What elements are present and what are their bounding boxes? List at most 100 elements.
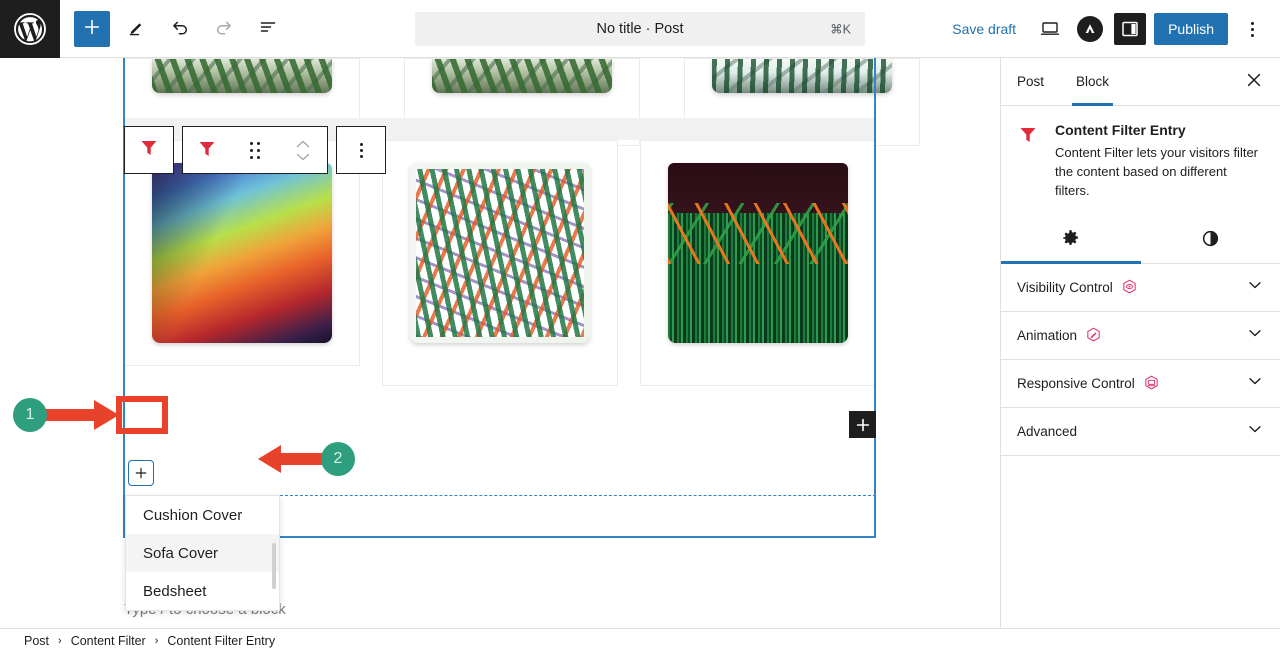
product-card[interactable] bbox=[640, 140, 876, 386]
redo-button[interactable] bbox=[206, 11, 242, 47]
block-info-card: Content Filter Entry Content Filter lets… bbox=[1001, 106, 1280, 217]
dropdown-item-sofa-cover[interactable]: Sofa Cover bbox=[126, 534, 279, 572]
block-options-button[interactable] bbox=[336, 126, 386, 174]
chevron-down-icon bbox=[1246, 324, 1264, 347]
plus-icon bbox=[83, 18, 101, 39]
block-insertion-line bbox=[280, 495, 876, 496]
breadcrumb-item-content-filter-entry[interactable]: Content Filter Entry bbox=[167, 634, 275, 648]
panel-visibility-control[interactable]: Visibility Control bbox=[1001, 264, 1280, 312]
close-sidebar-button[interactable] bbox=[1238, 66, 1270, 98]
undo-icon bbox=[170, 17, 190, 40]
redo-icon bbox=[214, 17, 234, 40]
chevron-down-icon bbox=[1246, 420, 1264, 443]
block-title: Content Filter Entry bbox=[1055, 122, 1186, 138]
account-avatar-button[interactable] bbox=[1072, 11, 1108, 47]
editor-top-bar: No title · Post ⌘K Save draft Publish bbox=[0, 0, 1280, 58]
annotation-number-2: 2 bbox=[321, 442, 355, 476]
kebab-menu-icon bbox=[359, 142, 363, 158]
sidebar-panel-icon bbox=[1114, 13, 1147, 45]
annotation-arrow-2 bbox=[258, 443, 330, 480]
breadcrumb: Post › Content Filter › Content Filter E… bbox=[0, 628, 1280, 653]
panel-responsive-control[interactable]: Responsive Control bbox=[1001, 360, 1280, 408]
top-bar-actions: Save draft Publish bbox=[940, 0, 1270, 58]
preview-button[interactable] bbox=[1032, 11, 1068, 47]
block-description: Content Filter lets your visitors filter… bbox=[1055, 145, 1259, 198]
settings-tab[interactable] bbox=[1001, 217, 1141, 264]
move-up-down-icon bbox=[296, 140, 310, 161]
post-title-text: No title · Post bbox=[596, 21, 684, 37]
top-bar-tools bbox=[60, 10, 286, 47]
dropdown-item-bedsheet[interactable]: Bedsheet bbox=[126, 572, 279, 610]
breadcrumb-separator: › bbox=[58, 635, 62, 647]
pro-eye-badge-icon bbox=[1121, 279, 1138, 296]
content-filter-funnel-icon bbox=[196, 138, 218, 163]
sidebar-mode-tabs bbox=[1001, 217, 1280, 264]
tab-post[interactable]: Post bbox=[1001, 58, 1060, 106]
annotation-highlight-box-1 bbox=[116, 396, 168, 434]
undo-button[interactable] bbox=[162, 11, 198, 47]
panel-title: Visibility Control bbox=[1017, 279, 1113, 295]
editor-root: No title · Post ⌘K Save draft Publish Cu… bbox=[0, 0, 1280, 653]
chevron-down-icon bbox=[1246, 372, 1264, 395]
product-card[interactable] bbox=[382, 140, 618, 386]
colorful-tropical-leaf-pillow-image bbox=[152, 163, 332, 343]
pencil-icon bbox=[127, 18, 146, 40]
sidebar-tabs: Post Block bbox=[1001, 58, 1280, 106]
dropdown-item-cushion-cover[interactable]: Cushion Cover bbox=[126, 496, 279, 534]
edit-tool-button[interactable] bbox=[118, 11, 154, 47]
jungle-pillow-b-image bbox=[712, 59, 892, 93]
panel-title: Responsive Control bbox=[1017, 375, 1135, 391]
chevron-down-icon bbox=[1246, 276, 1264, 299]
gear-icon bbox=[1061, 229, 1080, 251]
product-row-main bbox=[124, 140, 876, 386]
content-filter-funnel-icon bbox=[138, 137, 160, 164]
breadcrumb-separator: › bbox=[154, 635, 159, 647]
editor-canvas: Cushion Cover Sofa Cover Bedsheet Type /… bbox=[0, 58, 1000, 628]
block-selection-right-border bbox=[874, 58, 876, 538]
more-options-button[interactable] bbox=[1234, 11, 1270, 47]
block-info-text: Content Filter Entry Content Filter lets… bbox=[1055, 122, 1264, 201]
close-icon bbox=[1246, 72, 1262, 91]
publish-button[interactable]: Publish bbox=[1154, 13, 1228, 45]
panel-advanced[interactable]: Advanced bbox=[1001, 408, 1280, 456]
drag-block-handle[interactable] bbox=[231, 127, 279, 173]
move-block-buttons[interactable] bbox=[279, 127, 327, 173]
jungle-pillow-a2-image bbox=[432, 59, 612, 93]
select-parent-block-button[interactable] bbox=[124, 126, 174, 174]
block-type-button[interactable] bbox=[183, 127, 231, 173]
breadcrumb-item-content-filter[interactable]: Content Filter bbox=[71, 634, 146, 648]
panel-title: Animation bbox=[1017, 327, 1078, 343]
inner-block-appender-button[interactable] bbox=[849, 411, 876, 438]
block-settings-sidebar: Post Block Content Filter Entry Content … bbox=[1000, 58, 1280, 628]
dark-heliconia-pillow-image bbox=[668, 163, 848, 343]
styles-tab[interactable] bbox=[1141, 217, 1280, 263]
list-view-button[interactable] bbox=[250, 11, 286, 47]
post-title-field[interactable]: No title · Post ⌘K bbox=[415, 12, 865, 46]
jungle-pillow-a-image bbox=[152, 59, 332, 93]
bird-of-paradise-pillow-image bbox=[410, 163, 590, 343]
save-draft-button[interactable]: Save draft bbox=[940, 13, 1028, 45]
annotation-arrow-1 bbox=[42, 398, 120, 437]
kebab-menu-icon bbox=[1250, 21, 1254, 37]
pro-animation-badge-icon bbox=[1085, 327, 1102, 344]
annotation-number-1: 1 bbox=[13, 398, 47, 432]
breadcrumb-item-post[interactable]: Post bbox=[24, 634, 49, 648]
content-filter-funnel-icon bbox=[1017, 122, 1041, 201]
block-toolbar bbox=[124, 126, 386, 174]
desktop-preview-icon bbox=[1039, 17, 1061, 42]
drag-handle-icon bbox=[250, 141, 260, 159]
panel-animation[interactable]: Animation bbox=[1001, 312, 1280, 360]
canvas-content: Cushion Cover Sofa Cover Bedsheet Type /… bbox=[0, 58, 1000, 628]
panel-title: Advanced bbox=[1017, 423, 1078, 439]
add-block-button[interactable] bbox=[74, 10, 110, 47]
list-view-icon bbox=[258, 17, 278, 40]
pro-responsive-badge-icon bbox=[1143, 375, 1160, 392]
settings-sidebar-toggle[interactable] bbox=[1112, 11, 1148, 47]
appender-plus-button[interactable] bbox=[128, 460, 154, 486]
contrast-icon bbox=[1201, 229, 1220, 251]
dropdown-scrollbar[interactable] bbox=[272, 543, 276, 589]
filter-options-dropdown: Cushion Cover Sofa Cover Bedsheet bbox=[125, 495, 280, 611]
tab-block[interactable]: Block bbox=[1060, 58, 1125, 106]
wordpress-logo-icon bbox=[13, 12, 47, 46]
wordpress-logo-button[interactable] bbox=[0, 0, 60, 58]
